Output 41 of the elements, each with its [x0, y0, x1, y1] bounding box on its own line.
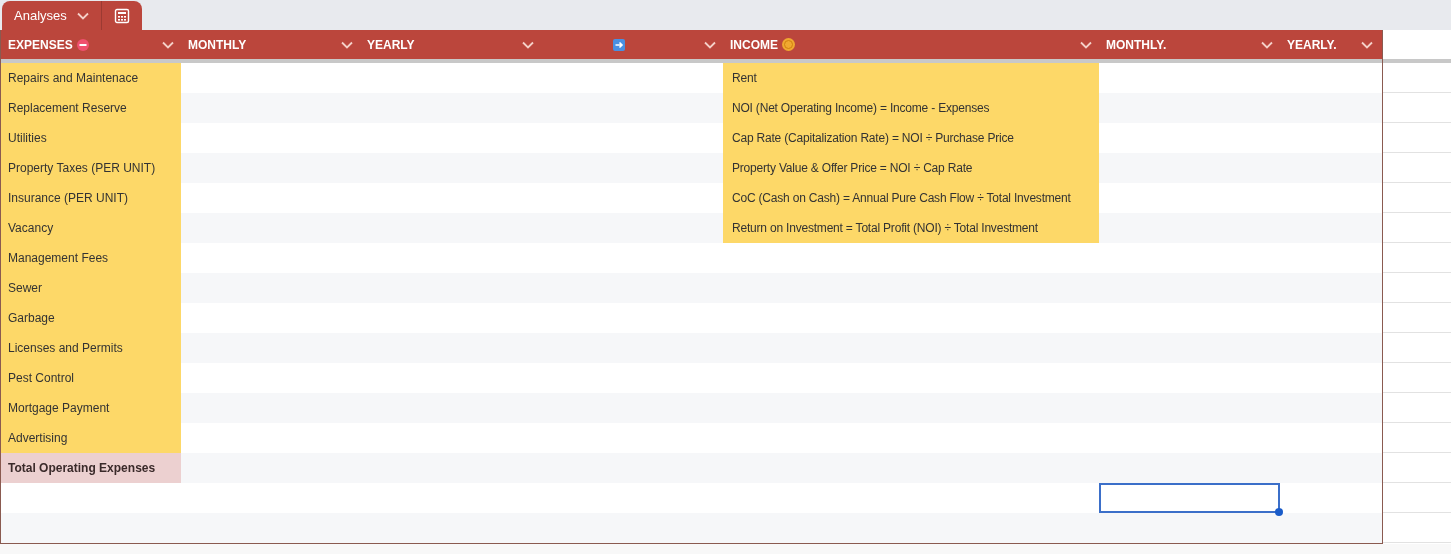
expense-label: Total Operating Expenses — [8, 460, 156, 477]
expense-label: Pest Control — [8, 370, 75, 387]
no-entry-icon — [76, 38, 89, 51]
chevron-down-icon[interactable] — [1361, 40, 1373, 49]
expense-label: Licenses and Permits — [8, 340, 123, 357]
column-header[interactable]: MONTHLY. — [1106, 35, 1167, 54]
chevron-down-icon[interactable] — [341, 40, 353, 49]
expense-label: Mortgage Payment — [8, 400, 110, 417]
chevron-down-icon[interactable] — [704, 40, 716, 49]
chevron-down-icon[interactable] — [76, 11, 89, 20]
expense-label: Replacement Reserve — [8, 100, 127, 117]
income-formula: Property Value & Offer Price = NOI ÷ Cap Rate — [732, 160, 973, 177]
income-formula: Return on Investment = Total Profit (NOI) ÷ Total Investment — [732, 220, 1038, 237]
expense-label: Repairs and Maintenace — [8, 70, 139, 87]
chevron-down-icon[interactable] — [162, 40, 174, 49]
income-formula: CoC (Cash on Cash) = Annual Pure Cash Flow ÷ Total Investment — [732, 190, 1071, 207]
expense-label: Management Fees — [8, 250, 109, 267]
column-header[interactable]: INCOME — [730, 35, 778, 54]
expense-label: Utilities — [8, 130, 47, 147]
income-formula: Rent — [732, 70, 757, 87]
income-formula: NOI (Net Operating Income) = Income - Expenses — [732, 100, 990, 117]
column-header[interactable]: YEARLY. — [1287, 35, 1337, 54]
calculator-icon[interactable] — [113, 7, 130, 24]
expense-label: Vacancy — [8, 220, 54, 237]
right-arrow-icon — [613, 38, 625, 51]
expense-label: Property Taxes (PER UNIT) — [8, 160, 156, 177]
chevron-down-icon[interactable] — [1261, 40, 1273, 49]
selected-cell[interactable] — [1099, 483, 1280, 513]
column-header[interactable]: YEARLY — [367, 35, 415, 54]
income-formula: Cap Rate (Capitalization Rate) = NOI ÷ Purchase Price — [732, 130, 1014, 147]
coin-icon — [782, 38, 795, 51]
column-header[interactable]: EXPENSES — [8, 35, 73, 54]
chevron-down-icon[interactable] — [1080, 40, 1092, 49]
expense-label: Advertising — [8, 430, 68, 447]
expense-label: Insurance (PER UNIT) — [8, 190, 129, 207]
expense-label: Sewer — [8, 280, 42, 297]
expense-label: Garbage — [8, 310, 55, 327]
sheet-tab[interactable]: Analyses — [2, 1, 142, 30]
tab-label[interactable]: Analyses — [14, 5, 67, 26]
chevron-down-icon[interactable] — [522, 40, 534, 49]
column-header[interactable]: MONTHLY — [188, 35, 247, 54]
